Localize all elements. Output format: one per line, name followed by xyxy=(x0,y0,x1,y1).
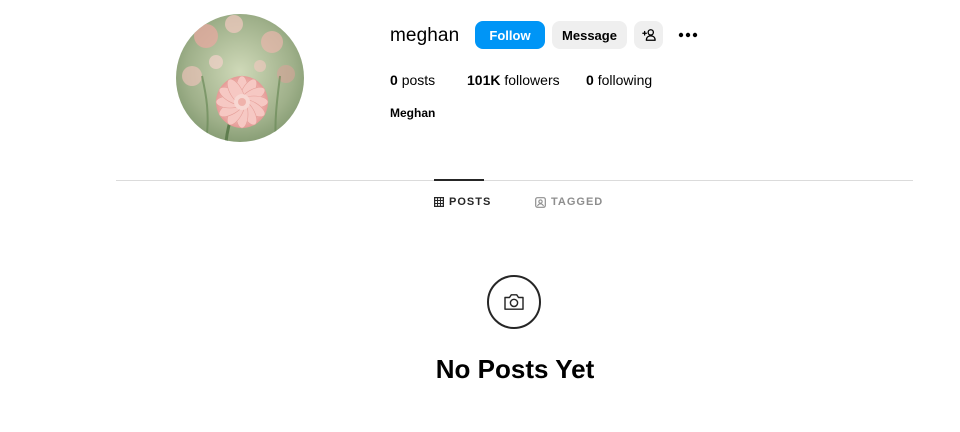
empty-state-icon-circle xyxy=(487,275,541,329)
camera-icon xyxy=(504,294,524,310)
username: meghan xyxy=(390,25,460,46)
suggest-account-button[interactable] xyxy=(634,21,663,49)
tab-tagged-label: TAGGED xyxy=(551,196,604,208)
followers-label: followers xyxy=(504,72,560,88)
posts-count: 0 xyxy=(390,72,398,88)
tabs-divider xyxy=(116,180,913,181)
more-options-icon xyxy=(678,32,698,38)
tab-tagged[interactable]: TAGGED xyxy=(535,196,603,208)
followers-count: 101K xyxy=(467,72,501,88)
empty-state-title: No Posts Yet xyxy=(435,354,595,384)
avatar[interactable] xyxy=(176,14,304,142)
message-button[interactable]: Message xyxy=(552,21,627,49)
tagged-icon xyxy=(535,196,546,208)
grid-icon xyxy=(434,197,444,207)
follow-button[interactable]: Follow xyxy=(475,21,545,49)
following-label: following xyxy=(597,72,653,88)
following-count: 0 xyxy=(586,72,594,88)
followers-stat[interactable]: 101K followers xyxy=(467,72,560,88)
following-stat[interactable]: 0 following xyxy=(586,72,652,88)
full-name: Meghan xyxy=(390,106,436,120)
posts-stat: 0 posts xyxy=(390,72,435,88)
more-options-button[interactable] xyxy=(675,21,701,49)
add-person-icon xyxy=(641,29,656,41)
avatar-image xyxy=(176,14,304,142)
posts-label: posts xyxy=(401,72,436,88)
tab-posts-label: POSTS xyxy=(449,196,492,208)
active-tab-indicator xyxy=(434,179,484,181)
tab-posts[interactable]: POSTS xyxy=(434,196,491,208)
